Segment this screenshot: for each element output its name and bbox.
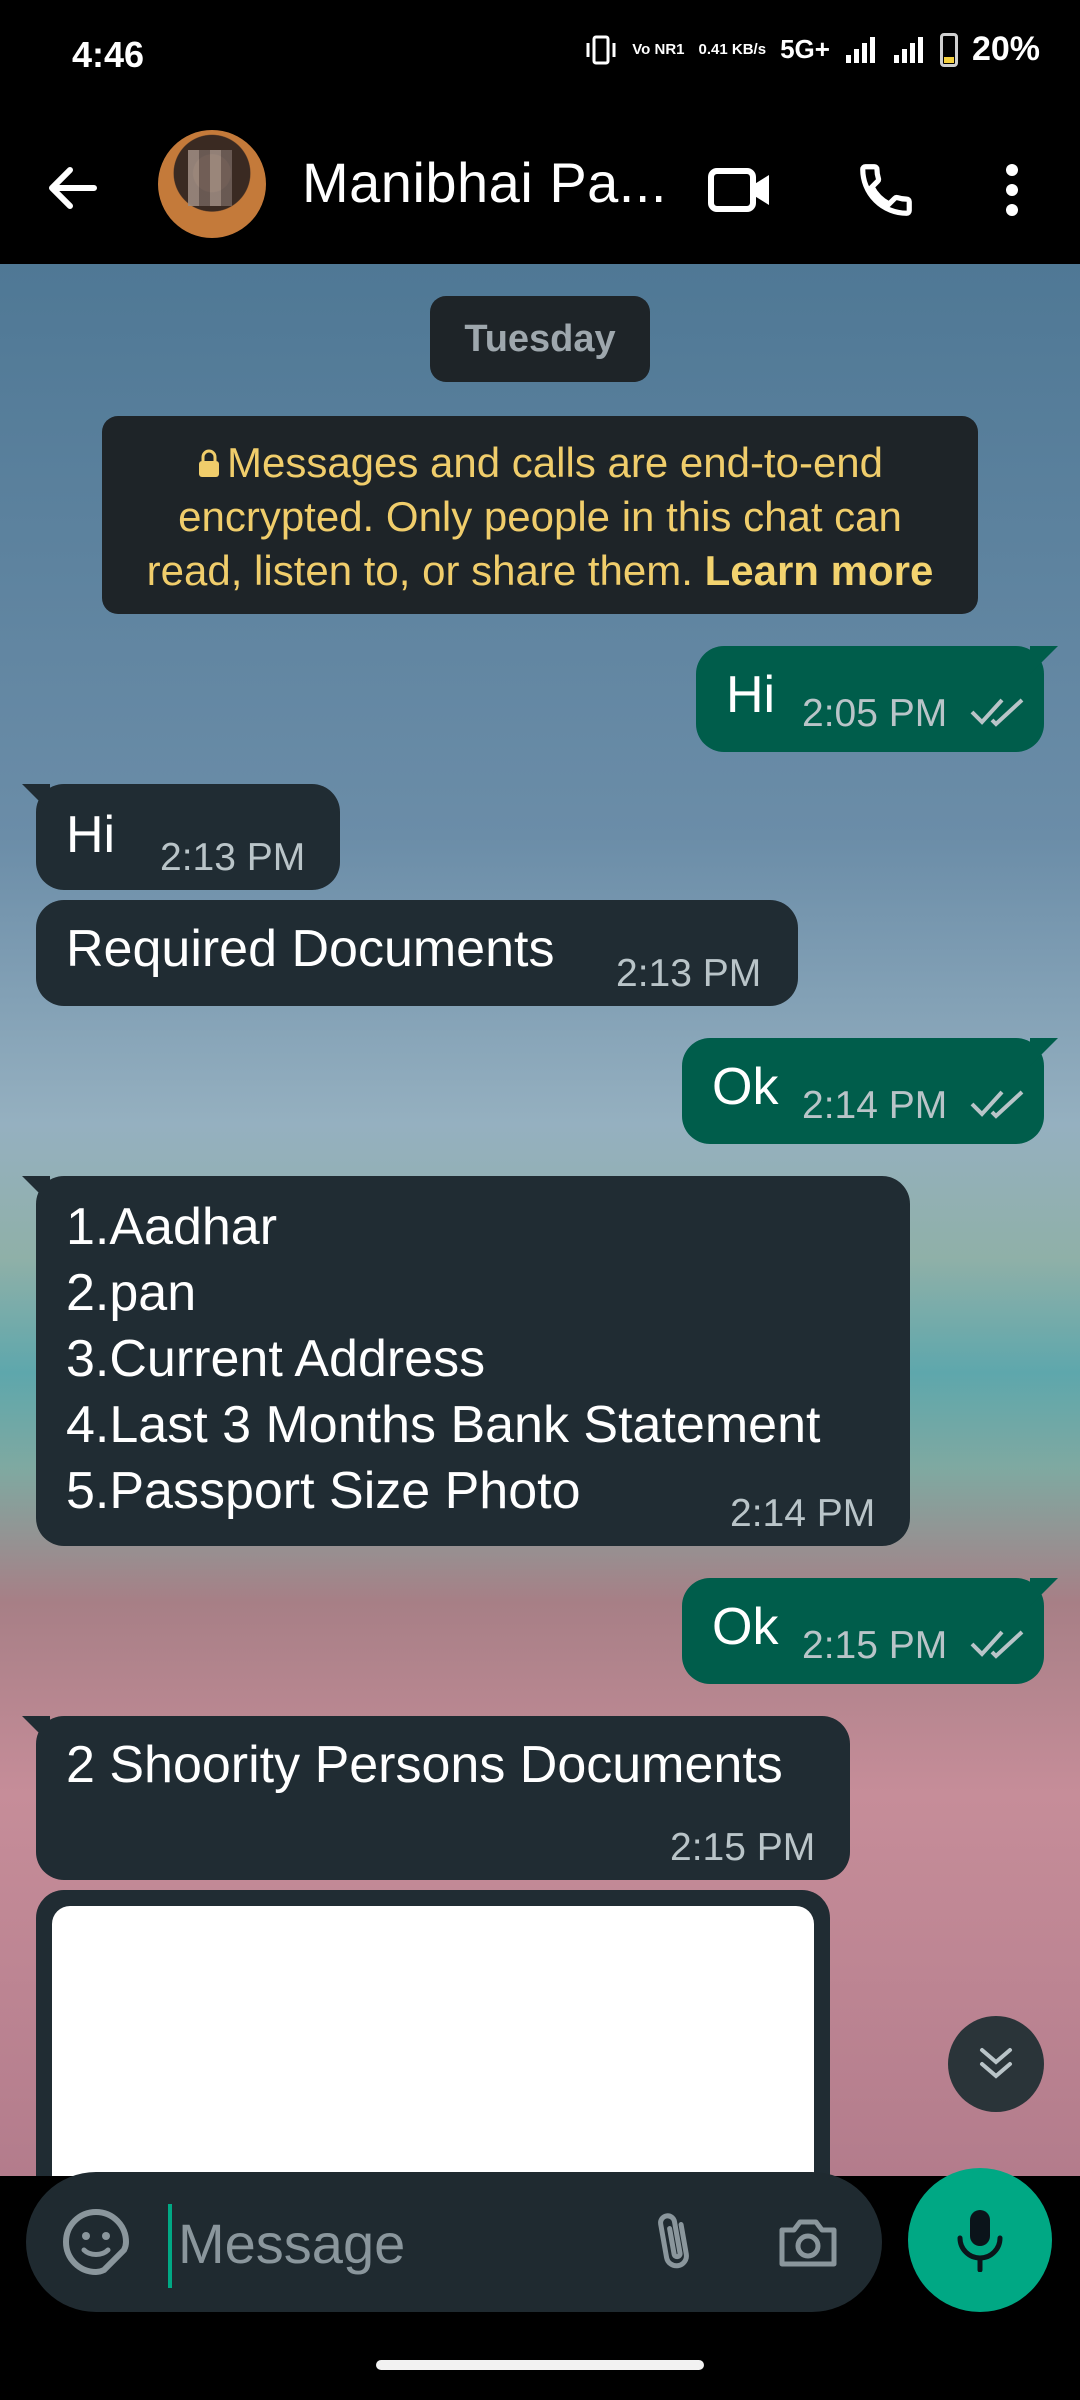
double-check-icon bbox=[970, 1630, 1024, 1659]
message-time: 2:05 PM bbox=[802, 692, 948, 735]
battery-percent: 20% bbox=[971, 30, 1040, 68]
lock-icon bbox=[198, 449, 219, 477]
message-input[interactable] bbox=[176, 2206, 620, 2280]
status-icons: Vo NR1 0.41 KB/s 5G+ 20% bbox=[584, 30, 1040, 69]
vibrate-icon bbox=[586, 35, 616, 64]
double-check-icon bbox=[970, 1090, 1024, 1119]
battery-icon bbox=[939, 32, 958, 67]
status-bar: 4:46 Vo NR1 0.41 KB/s 5G+ 20% bbox=[0, 0, 1080, 112]
voice-call-button[interactable] bbox=[846, 150, 926, 230]
encryption-notice[interactable]: Messages and calls are end-to-end encryp… bbox=[102, 416, 978, 614]
message-bubble-incoming[interactable]: Hi 2:13 PM bbox=[36, 784, 340, 890]
chat-header: Manibhai Pa... bbox=[0, 112, 1080, 264]
network-type: 5G+ bbox=[780, 34, 830, 64]
text-cursor bbox=[168, 2204, 172, 2288]
message-time: 2:13 PM bbox=[616, 952, 762, 995]
message-text: 2 Shoority Persons Documents bbox=[66, 1736, 783, 1794]
learn-more-link[interactable]: Learn more bbox=[705, 547, 934, 594]
message-text: 1.Aadhar 2.pan 3.Current Address 4.Last … bbox=[66, 1198, 821, 1520]
video-call-icon bbox=[708, 168, 769, 212]
avatar[interactable] bbox=[158, 130, 266, 238]
message-text: Required Documents bbox=[66, 920, 555, 978]
message-time: 2:13 PM bbox=[160, 836, 306, 879]
more-options-button[interactable] bbox=[972, 150, 1052, 230]
message-composer bbox=[26, 2172, 882, 2312]
network-speed: 0.41 KB/s bbox=[698, 41, 767, 58]
message-text: Hi bbox=[66, 806, 116, 864]
contact-name[interactable]: Manibhai Pa... bbox=[302, 150, 667, 215]
camera-icon[interactable] bbox=[772, 2208, 844, 2280]
video-call-button[interactable] bbox=[700, 150, 780, 230]
message-bubble-incoming[interactable]: Required Documents 2:13 PM bbox=[36, 900, 798, 1006]
message-time: 2:15 PM bbox=[670, 1826, 816, 1869]
signal-icon-2 bbox=[893, 36, 923, 63]
message-bubble-outgoing[interactable]: Ok 2:14 PM bbox=[682, 1038, 1044, 1144]
navigation-bar bbox=[0, 2328, 1080, 2400]
message-time: 2:15 PM bbox=[802, 1624, 948, 1667]
image-message[interactable] bbox=[36, 1890, 830, 2176]
message-bubble-incoming[interactable]: 1.Aadhar 2.pan 3.Current Address 4.Last … bbox=[36, 1176, 910, 1546]
more-options-icon bbox=[1006, 164, 1018, 216]
volte-indicator: Vo NR1 bbox=[632, 41, 685, 58]
message-time: 2:14 PM bbox=[802, 1084, 948, 1127]
scroll-to-bottom-button[interactable] bbox=[948, 2016, 1044, 2112]
back-button[interactable] bbox=[36, 152, 108, 224]
back-arrow-icon bbox=[49, 167, 97, 209]
paperclip-icon[interactable] bbox=[638, 2206, 710, 2278]
chat-area[interactable]: Tuesday Messages and calls are end-to-en… bbox=[0, 264, 1080, 2176]
message-bubble-incoming[interactable]: 2 Shoority Persons Documents 2:15 PM bbox=[36, 1716, 850, 1880]
message-text: Ok bbox=[712, 1058, 779, 1116]
image-preview[interactable] bbox=[52, 1906, 814, 2176]
message-text: Hi bbox=[726, 666, 776, 724]
double-check-icon bbox=[970, 698, 1024, 727]
message-text: Ok bbox=[712, 1598, 779, 1656]
status-time: 4:46 bbox=[72, 34, 145, 75]
message-time: 2:14 PM bbox=[730, 1492, 876, 1535]
phone-icon bbox=[860, 164, 912, 216]
mic-icon bbox=[957, 2210, 1003, 2272]
message-bubble-outgoing[interactable]: Hi 2:05 PM bbox=[696, 646, 1044, 752]
date-chip: Tuesday bbox=[430, 296, 650, 382]
scroll-down-icon bbox=[980, 2048, 1012, 2079]
message-bubble-outgoing[interactable]: Ok 2:15 PM bbox=[682, 1578, 1044, 1684]
signal-icon bbox=[845, 36, 875, 63]
sticker-icon[interactable] bbox=[60, 2206, 132, 2278]
home-indicator[interactable] bbox=[376, 2360, 704, 2370]
voice-message-button[interactable] bbox=[908, 2168, 1052, 2312]
